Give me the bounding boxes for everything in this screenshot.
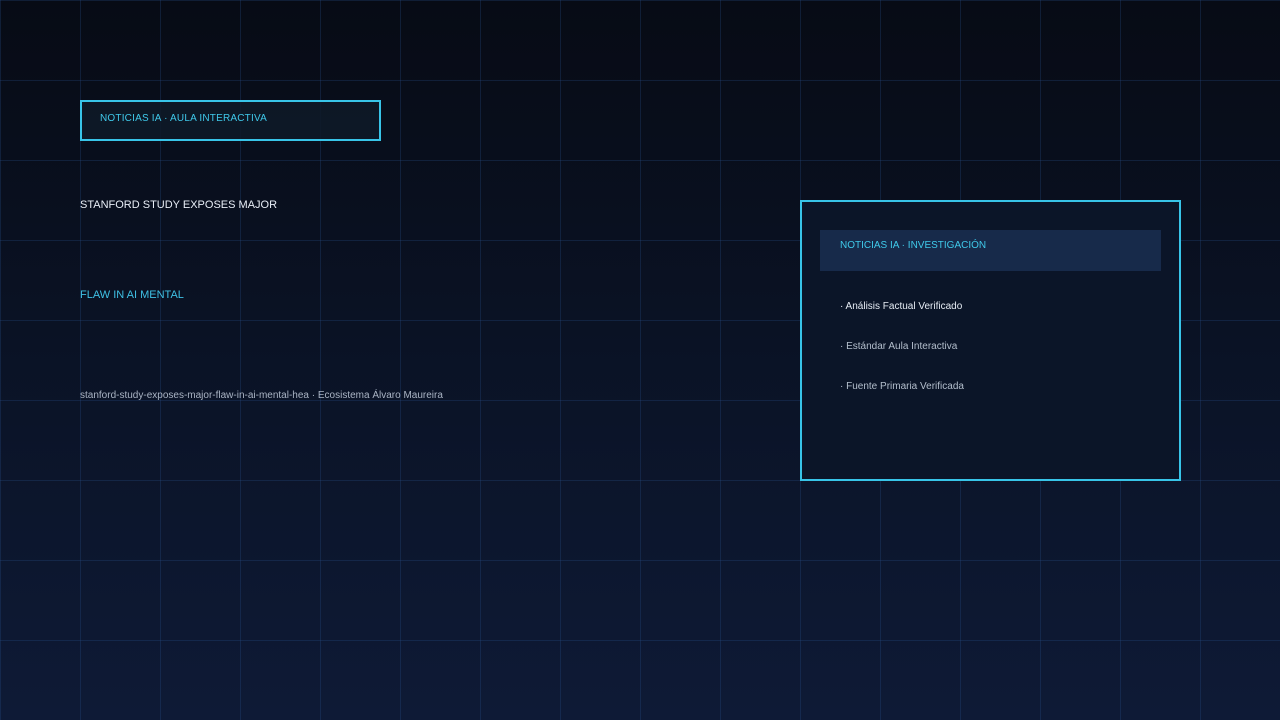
info-panel-title: NOTICIAS IA · INVESTIGACIÓN <box>840 240 987 251</box>
article-slug: stanford-study-exposes-major-flaw-in-ai-… <box>80 390 443 401</box>
info-panel-header: NOTICIAS IA · INVESTIGACIÓN <box>820 230 1161 271</box>
panel-list-item: · Fuente Primaria Verificada <box>840 381 964 392</box>
panel-list-item: · Estándar Aula Interactiva <box>840 341 958 352</box>
category-tag: NOTICIAS IA · AULA INTERACTIVA <box>80 100 381 141</box>
category-tag-label: NOTICIAS IA · AULA INTERACTIVA <box>100 113 267 124</box>
headline-line-1: STANFORD STUDY EXPOSES MAJOR <box>80 199 278 211</box>
headline-line-2: FLAW IN AI MENTAL <box>80 289 184 301</box>
info-panel: NOTICIAS IA · INVESTIGACIÓN · Análisis F… <box>800 200 1181 481</box>
panel-list-item: · Análisis Factual Verificado <box>840 301 963 312</box>
